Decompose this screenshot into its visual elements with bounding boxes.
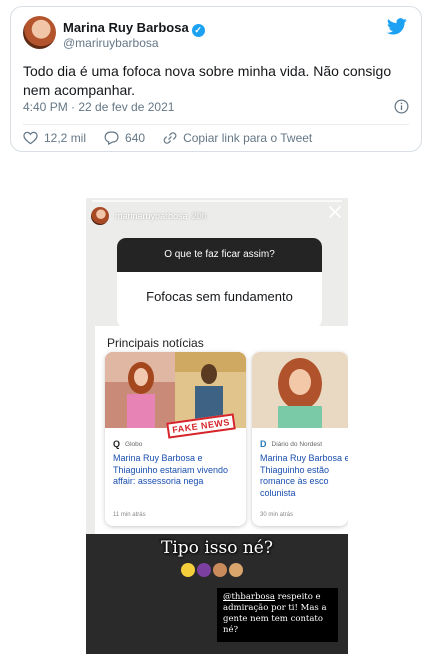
reply-count: 640 (125, 131, 146, 145)
close-icon[interactable] (328, 205, 342, 219)
emoji-row (181, 563, 243, 577)
source-logo: Q (113, 439, 121, 449)
like-count: 12,2 mil (44, 131, 87, 145)
news-source: Q Globo (113, 439, 142, 449)
answer-text: Fofocas sem fundamento (146, 289, 293, 304)
news-time: 11 min atrás (113, 512, 146, 518)
author-name[interactable]: Marina Ruy Barbosa (63, 20, 189, 35)
story-user-row[interactable]: marinaruybarbosa 20h (115, 211, 207, 221)
verified-badge-icon: ✓ (191, 24, 205, 37)
news-photo (252, 352, 348, 428)
author-name-row[interactable]: Marina Ruy Barbosa ✓ (63, 20, 205, 37)
news-headline[interactable]: Marina Ruy Barbosa e Thiaguinho estão ro… (260, 453, 348, 499)
source-name: Globo (125, 440, 143, 448)
story-caption: Tipo isso né? (161, 538, 273, 558)
news-card: FAKE NEWS Q Globo Marina Ruy Barbosa e T… (105, 352, 246, 526)
info-icon[interactable] (394, 99, 409, 114)
mention-link[interactable]: @thbarbosa (223, 592, 275, 602)
link-icon (163, 132, 177, 144)
news-screenshot: Principais notícias FAKE NEWS Q Globo Ma… (95, 326, 348, 534)
story-avatar[interactable] (91, 207, 109, 225)
tweet-actions: 12,2 mil 640 Copiar link para o Tweet (23, 131, 330, 145)
news-card: D Diário do Nordest Marina Ruy Barbosa e… (252, 352, 348, 526)
news-section-title: Principais notícias (107, 336, 204, 350)
author-handle[interactable]: @mariruybarbosa (63, 36, 159, 50)
story-username[interactable]: marinaruybarbosa (115, 211, 188, 221)
tweet-card: Marina Ruy Barbosa ✓ @mariruybarbosa Todo… (10, 6, 422, 152)
author-avatar[interactable] (23, 16, 56, 49)
story-screenshot: marinaruybarbosa 20h O que te faz ficar a… (86, 198, 348, 654)
news-time: 30 min atrás (260, 512, 294, 518)
copy-link-label: Copiar link para o Tweet (183, 131, 313, 145)
like-button[interactable]: 12,2 mil (23, 131, 86, 145)
news-headline[interactable]: Marina Ruy Barbosa e Thiaguinho estariam… (113, 453, 241, 488)
reply-sticker: @thbarbosa respeito e admiração por ti! … (217, 588, 338, 642)
heart-icon (23, 131, 38, 145)
reply-button[interactable]: 640 (104, 131, 145, 145)
question-text: O que te faz ficar assim? (117, 238, 322, 272)
copy-link-button[interactable]: Copiar link para o Tweet (163, 131, 312, 145)
story-age: 20h (191, 211, 207, 221)
woman-facepalming-icon (229, 563, 243, 577)
woman-facepalming-icon (213, 563, 227, 577)
tweet-divider (23, 124, 409, 125)
question-sticker: O que te faz ficar assim? Fofocas sem fu… (117, 238, 322, 328)
tweet-text: Todo dia é uma fofoca nova sobre minha v… (23, 63, 392, 98)
flushed-face-icon (181, 563, 195, 577)
news-source: D Diário do Nordest (260, 439, 322, 449)
woman-gesturing-no-icon (197, 563, 211, 577)
twitter-bird-icon[interactable] (387, 18, 407, 35)
source-logo: D (260, 439, 267, 449)
reply-icon (104, 131, 119, 145)
story-progress-bar (92, 200, 342, 202)
tweet-timestamp[interactable]: 4:40 PM · 22 de fev de 2021 (23, 100, 174, 114)
source-name: Diário do Nordest (271, 440, 323, 448)
